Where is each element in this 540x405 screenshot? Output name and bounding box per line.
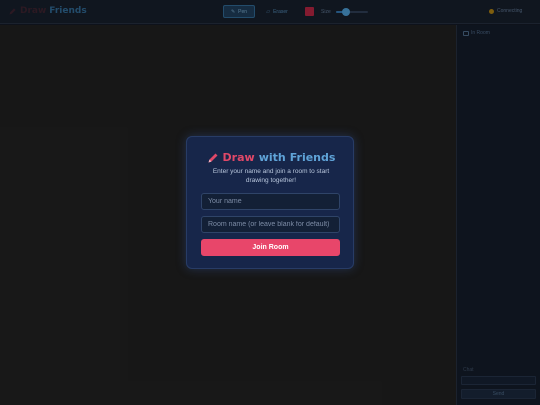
join-room-dialog: Draw with Friends Enter your name and jo… bbox=[186, 136, 354, 269]
title-with-text: with bbox=[258, 151, 286, 164]
name-input[interactable] bbox=[201, 193, 340, 210]
title-friends-text: Friends bbox=[289, 151, 336, 164]
pencil-icon bbox=[208, 153, 218, 162]
dialog-description: Enter your name and join a room to start… bbox=[212, 168, 330, 184]
room-name-input[interactable] bbox=[201, 216, 340, 233]
dialog-title: Draw with Friends bbox=[187, 151, 355, 164]
title-draw-text: Draw bbox=[222, 151, 255, 164]
join-room-button[interactable]: Join Room bbox=[201, 239, 340, 256]
